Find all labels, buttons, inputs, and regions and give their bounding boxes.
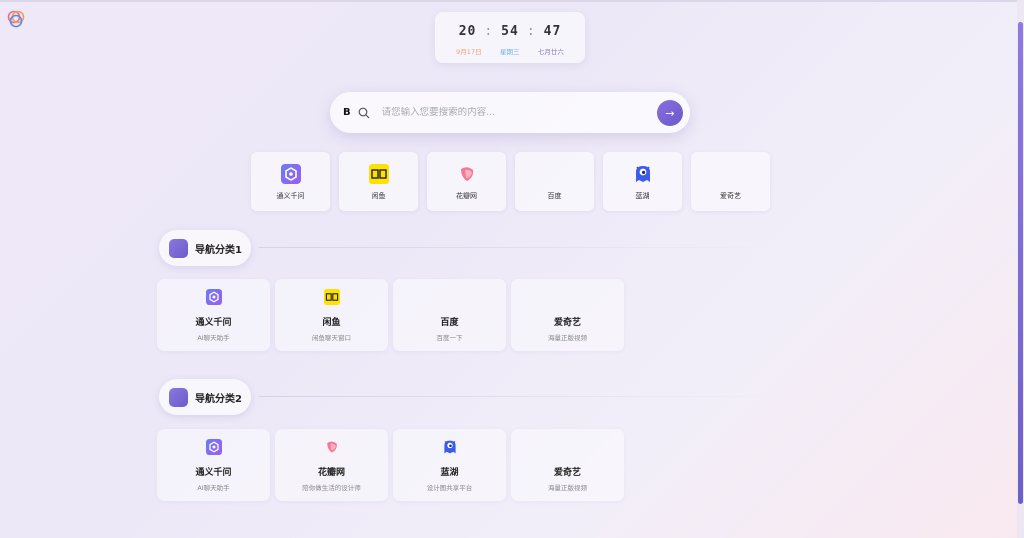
- missing-icon: [560, 439, 576, 455]
- quick-link-tongyi[interactable]: 通义千问: [251, 152, 330, 211]
- nav-card-desc: AI聊天助手: [197, 484, 230, 492]
- section-title: 导航分类1: [195, 244, 242, 256]
- clock-date: 9月17日: [456, 48, 482, 56]
- section-2-grid: 通义千问 AI聊天助手 花瓣网 陪你做生活的设计师 蓝湖 设计图共享平台 爱奇艺…: [157, 429, 624, 501]
- quick-link-label: 闲鱼: [371, 192, 386, 200]
- quick-link-baidu[interactable]: 百度: [515, 152, 594, 211]
- clock-lunar: 七月廿六: [537, 48, 564, 56]
- lanhu-icon: [635, 166, 650, 182]
- nav-card-baidu[interactable]: 百度 百度一下: [393, 279, 506, 351]
- nav-card-iqiyi[interactable]: 爱奇艺 海量正版视频: [511, 279, 624, 351]
- nav-card-tongyi[interactable]: 通义千问 AI聊天助手: [157, 279, 270, 351]
- nav-card-lanhu[interactable]: 蓝湖 设计图共享平台: [393, 429, 506, 501]
- section-divider: [259, 247, 787, 248]
- nav-card-desc: 陪你做生活的设计师: [302, 484, 361, 492]
- search-bar: B →: [330, 92, 690, 133]
- tongyi-icon: [280, 164, 301, 184]
- quick-link-label: 爱奇艺: [720, 192, 741, 200]
- clock-second: 47: [543, 24, 562, 39]
- nav-card-xianyu[interactable]: 闲鱼 闲鱼聊天窗口: [275, 279, 388, 351]
- huaban-icon: [460, 167, 473, 181]
- nav-card-desc: 海量正版视频: [548, 484, 587, 492]
- arrow-right-icon: →: [665, 106, 675, 120]
- clock-widget: 20:54:47 9月17日 星期三 七月廿六: [435, 12, 585, 63]
- section-title-pill[interactable]: 导航分类2: [159, 379, 251, 415]
- quick-links: 通义千问 闲鱼 花瓣网 百度 蓝湖 爱奇艺: [251, 152, 770, 211]
- nav-card-desc: 百度一下: [436, 334, 463, 342]
- huaban-icon: [326, 441, 337, 453]
- quick-link-label: 百度: [547, 192, 562, 200]
- search-submit-button[interactable]: →: [657, 100, 683, 126]
- clock-weekday: 星期三: [499, 48, 520, 56]
- category-icon: [169, 238, 188, 258]
- missing-icon: [560, 289, 576, 305]
- quick-link-huaban[interactable]: 花瓣网: [427, 152, 506, 211]
- quick-link-xianyu[interactable]: 闲鱼: [339, 152, 418, 211]
- quick-link-label: 蓝湖: [635, 192, 650, 200]
- tongyi-icon: [205, 439, 222, 455]
- nav-card-title: 通义千问: [195, 318, 232, 328]
- search-icon: [358, 107, 370, 118]
- scrollbar[interactable]: [1017, 0, 1024, 538]
- nav-card-title: 百度: [440, 318, 459, 328]
- missing-icon: [442, 289, 458, 305]
- quick-link-label: 花瓣网: [456, 192, 477, 200]
- nav-card-title: 爱奇艺: [553, 318, 581, 328]
- search-input[interactable]: [381, 107, 632, 118]
- section-divider: [259, 396, 787, 397]
- clock-date-row: 9月17日 星期三 七月廿六: [435, 46, 585, 56]
- nav-card-title: 爱奇艺: [553, 468, 581, 478]
- quick-link-iqiyi[interactable]: 爱奇艺: [691, 152, 770, 211]
- quick-link-label: 通义千问: [276, 192, 305, 200]
- scrollbar-thumb[interactable]: [1018, 22, 1023, 504]
- nav-card-desc: 设计图共享平台: [426, 484, 473, 492]
- xianyu-icon: [323, 289, 340, 305]
- xianyu-icon: [368, 164, 389, 184]
- clock-minute: 54: [501, 24, 519, 39]
- nav-card-tongyi[interactable]: 通义千问 AI聊天助手: [157, 429, 270, 501]
- nav-card-title: 花瓣网: [317, 468, 345, 478]
- lanhu-icon: [443, 440, 456, 454]
- nav-card-iqiyi[interactable]: 爱奇艺 海量正版视频: [511, 429, 624, 501]
- app-logo-icon[interactable]: [6, 9, 26, 29]
- top-border: [0, 0, 1024, 2]
- nav-card-title: 通义千问: [195, 468, 232, 478]
- nav-card-desc: AI聊天助手: [197, 334, 230, 342]
- section-title: 导航分类2: [195, 393, 242, 405]
- nav-card-desc: 海量正版视频: [548, 334, 587, 342]
- section-1-grid: 通义千问 AI聊天助手 闲鱼 闲鱼聊天窗口 百度 百度一下 爱奇艺 海量正版视频: [157, 279, 624, 351]
- category-icon: [169, 387, 188, 407]
- nav-card-title: 闲鱼: [322, 318, 341, 328]
- section-header-1: 导航分类1: [159, 230, 787, 266]
- quick-link-lanhu[interactable]: 蓝湖: [603, 152, 682, 211]
- search-engine-switch[interactable]: B: [343, 107, 351, 118]
- nav-card-desc: 闲鱼聊天窗口: [312, 334, 351, 342]
- section-title-pill[interactable]: 导航分类1: [159, 230, 251, 266]
- section-header-2: 导航分类2: [159, 379, 787, 415]
- clock-hour: 20: [458, 24, 477, 39]
- nav-card-huaban[interactable]: 花瓣网 陪你做生活的设计师: [275, 429, 388, 501]
- nav-card-title: 蓝湖: [440, 468, 459, 478]
- clock-time: 20:54:47: [458, 24, 562, 39]
- tongyi-icon: [205, 289, 222, 305]
